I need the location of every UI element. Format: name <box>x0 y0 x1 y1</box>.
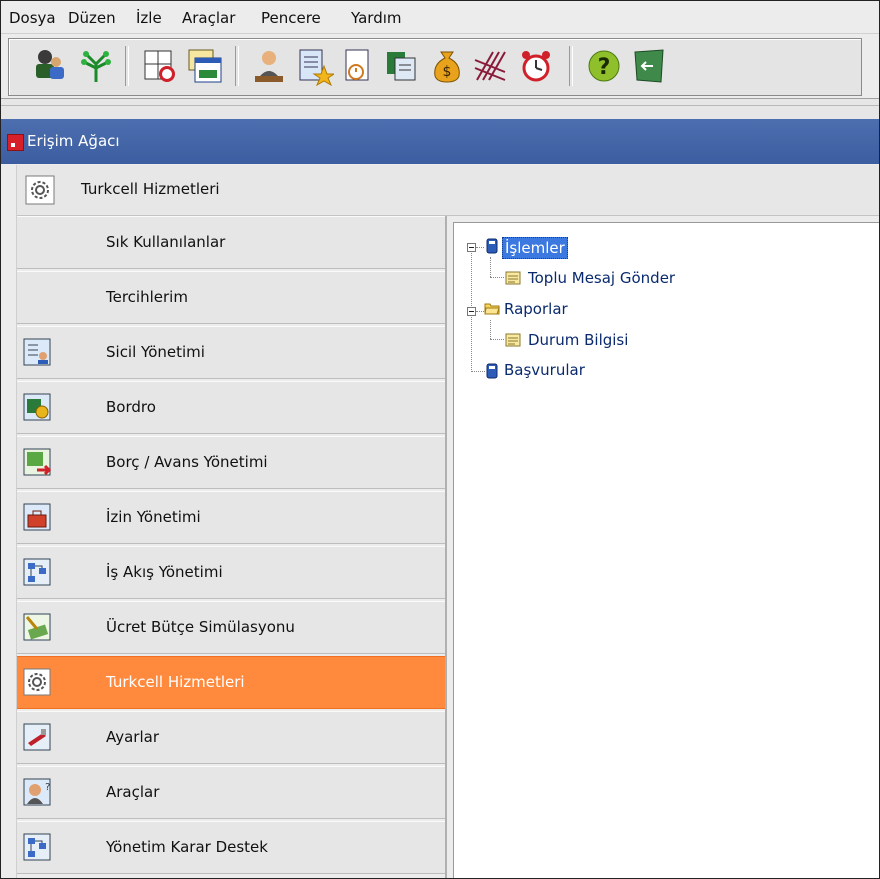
document-star-icon[interactable] <box>294 46 334 86</box>
settings-tool-icon <box>23 723 51 751</box>
leave-briefcase-icon <box>23 503 51 531</box>
module-header: Turkcell Hizmetleri <box>17 165 879 216</box>
menu-izle[interactable]: İzle <box>136 9 162 27</box>
form-icon <box>505 270 521 286</box>
window-list-icon[interactable] <box>185 46 225 86</box>
sidebar-item-label: Ayarlar <box>106 728 160 746</box>
org-tree-icon[interactable] <box>76 46 116 86</box>
hatch-pattern-icon[interactable] <box>471 46 511 86</box>
money-bag-icon[interactable]: $ <box>427 46 467 86</box>
sidebar-item-label: Araçlar <box>106 783 160 801</box>
menu-pencere[interactable]: Pencere <box>261 9 321 27</box>
tree-connector <box>476 311 484 312</box>
sidebar-item-label: Bordro <box>106 398 156 416</box>
help-icon[interactable]: ? <box>584 46 624 86</box>
sidebar-item-turkcell[interactable]: Turkcell Hizmetleri <box>17 656 445 709</box>
sidebar-item-araclar[interactable]: ? Araçlar <box>17 766 445 819</box>
tree-connector <box>490 320 491 339</box>
folder-book-icon <box>484 363 500 379</box>
sidebar-item-borc-avans[interactable]: Borç / Avans Yönetimi <box>17 436 445 489</box>
panel-title: Erişim Ağacı <box>27 132 120 150</box>
collapse-toggle[interactable] <box>467 243 476 252</box>
toolbar-separator <box>235 46 239 86</box>
menu-bar: Dosya Düzen İzle Araçlar Pencere Yardım <box>1 1 879 34</box>
copy-documents-icon[interactable] <box>383 46 423 86</box>
toolbar-divider <box>1 98 879 120</box>
tree-connector <box>490 339 504 340</box>
collapse-toggle[interactable] <box>467 307 476 316</box>
tree-connector <box>476 247 484 248</box>
sidebar-item-label: İş Akış Yönetimi <box>106 563 223 581</box>
sidebar-item-ucret-butce[interactable]: Ücret Bütçe Simülasyonu <box>17 601 445 654</box>
toolbar: $ ? <box>1 34 879 98</box>
module-sidebar: Sık Kullanılanlar Tercihlerim Sicil Yöne… <box>17 216 447 878</box>
svg-text:$: $ <box>443 64 452 80</box>
tree-connector <box>490 277 504 278</box>
gear-icon <box>23 668 51 696</box>
panel-icon <box>7 134 24 151</box>
menu-araclar[interactable]: Araçlar <box>182 9 235 27</box>
toolbar-separator <box>569 46 573 86</box>
toolbar-separator <box>125 46 129 86</box>
exit-icon[interactable] <box>629 46 669 86</box>
sidebar-item-label: Ücret Bütçe Simülasyonu <box>106 618 295 636</box>
module-header-title: Turkcell Hizmetleri <box>81 180 220 198</box>
budget-money-icon <box>23 613 51 641</box>
sidebar-item-label: Sicil Yönetimi <box>106 343 205 361</box>
sidebar-item-is-akis[interactable]: İş Akış Yönetimi <box>17 546 445 599</box>
sidebar-item-label: Turkcell Hizmetleri <box>106 673 245 691</box>
users-group-icon[interactable] <box>29 46 69 86</box>
personnel-record-icon <box>23 338 51 366</box>
svg-text:?: ? <box>45 782 50 793</box>
folder-book-icon <box>484 238 500 254</box>
sidebar-item-preferences[interactable]: Tercihlerim <box>17 271 445 324</box>
alarm-clock-icon[interactable] <box>516 46 556 86</box>
application-window: Dosya Düzen İzle Araçlar Pencere Yardım <box>0 0 880 879</box>
calendar-alarm-icon[interactable] <box>140 46 180 86</box>
sidebar-item-bordro[interactable]: Bordro <box>17 381 445 434</box>
sidebar-item-favorites[interactable]: Sık Kullanılanlar <box>17 216 445 269</box>
tools-person-icon: ? <box>23 778 51 806</box>
panel-left-edge <box>1 165 17 878</box>
decision-support-icon <box>23 833 51 861</box>
svg-text:?: ? <box>598 55 611 80</box>
panel-titlebar: Erişim Ağacı <box>1 119 879 164</box>
tree-node-label: Durum Bilgisi <box>528 331 629 349</box>
debt-advance-icon <box>23 448 51 476</box>
sidebar-item-ayarlar[interactable]: Ayarlar <box>17 711 445 764</box>
tree-panel: İşlemler Toplu Mesaj Gönder Raporlar Dur… <box>453 222 879 878</box>
tree-node-label: İşlemler <box>502 237 568 259</box>
menu-duzen[interactable]: Düzen <box>68 9 116 27</box>
employee-icon[interactable] <box>249 46 289 86</box>
sidebar-item-karar-destek[interactable]: Yönetim Karar Destek <box>17 821 445 874</box>
gear-icon <box>25 175 55 205</box>
folder-open-icon <box>484 300 500 316</box>
sidebar-item-label: İzin Yönetimi <box>106 508 201 526</box>
tree-node-label: Toplu Mesaj Gönder <box>528 269 676 287</box>
sidebar-item-sicil[interactable]: Sicil Yönetimi <box>17 326 445 379</box>
tree-node-label: Başvurular <box>504 361 585 379</box>
document-clock-icon[interactable] <box>338 46 378 86</box>
workflow-icon <box>23 558 51 586</box>
payroll-icon <box>23 393 51 421</box>
form-icon <box>505 332 521 348</box>
sidebar-item-label: Borç / Avans Yönetimi <box>106 453 268 471</box>
sidebar-item-label: Sık Kullanılanlar <box>106 233 226 251</box>
menu-yardim[interactable]: Yardım <box>351 9 402 27</box>
tree-connector <box>471 371 485 372</box>
sidebar-item-label: Tercihlerim <box>106 288 188 306</box>
sidebar-item-label: Yönetim Karar Destek <box>106 838 268 856</box>
menu-dosya[interactable]: Dosya <box>9 9 56 27</box>
tree-node-label: Raporlar <box>504 300 568 318</box>
sidebar-item-izin[interactable]: İzin Yönetimi <box>17 491 445 544</box>
tree-connector <box>490 257 491 277</box>
